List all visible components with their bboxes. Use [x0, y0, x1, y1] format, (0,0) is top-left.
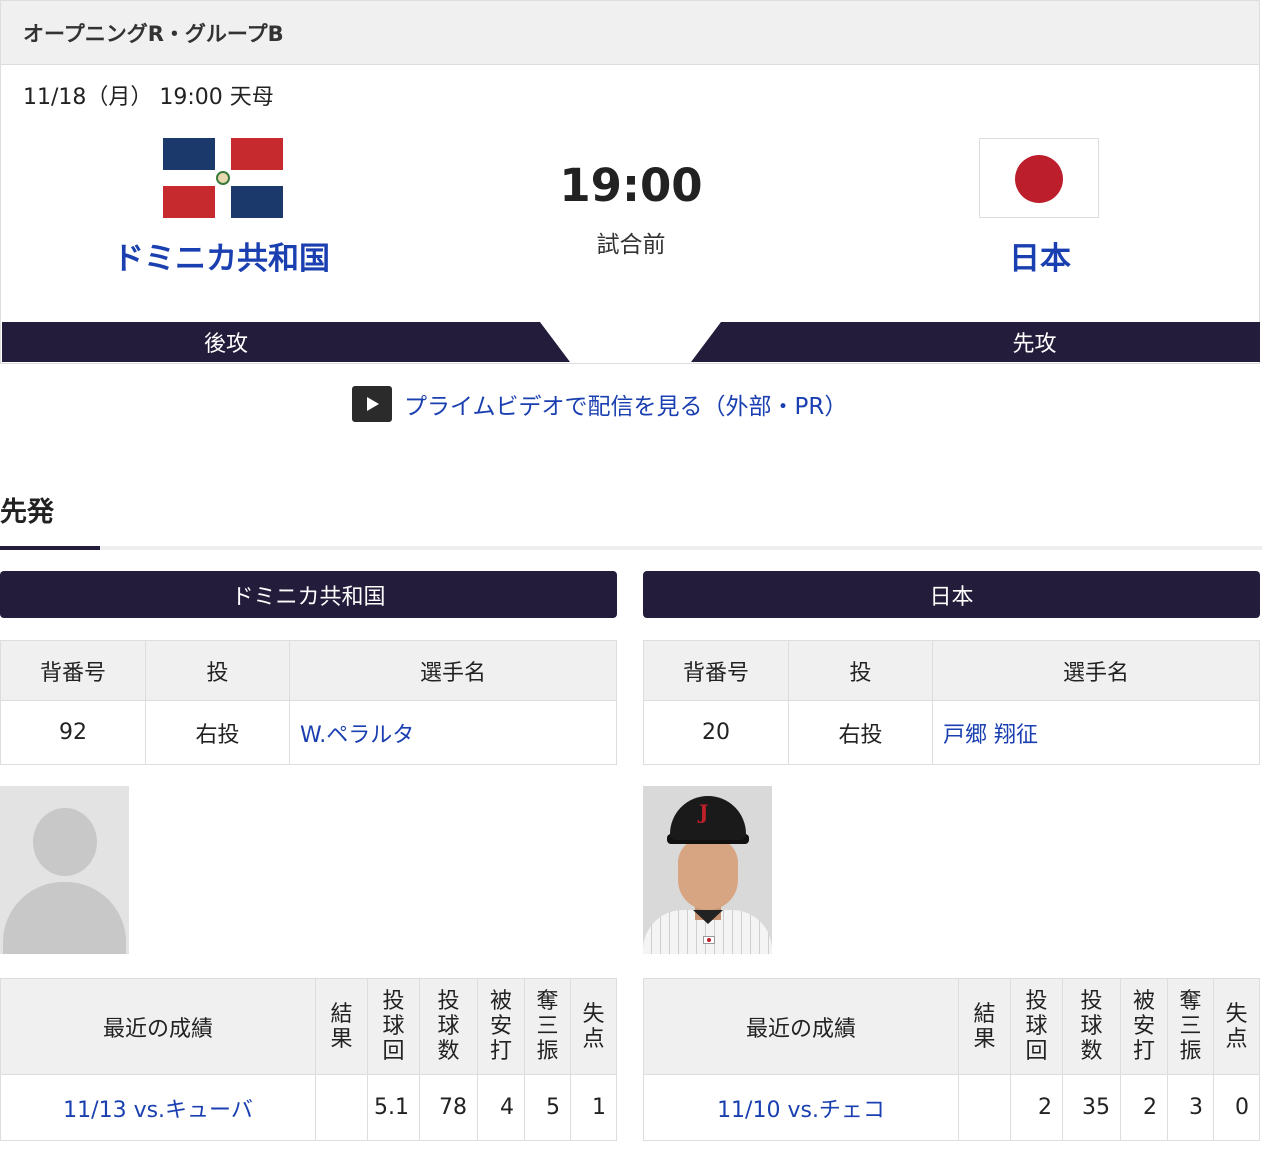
table-row: 92 右投 W.ペラルタ — [0, 700, 617, 765]
match-score: 19:00 — [559, 159, 703, 212]
col-player-name: 選手名 — [932, 640, 1260, 701]
col-innings: 投球回 — [367, 978, 420, 1075]
col-hits: 被安打 — [477, 978, 525, 1075]
table-row: 20 右投 戸郷 翔征 — [643, 700, 1260, 765]
stat-runs: 1 — [570, 1074, 617, 1141]
japan-flag-icon — [979, 138, 1099, 218]
player-photo[interactable]: J — [643, 786, 772, 954]
stat-hits: 2 — [1120, 1074, 1168, 1141]
recent-stats-table: 最近の成績 結果 投球回 投球数 被安打 奪三振 失点 11/13 vs.キュー… — [0, 978, 617, 1141]
player-throws: 右投 — [145, 700, 290, 765]
stat-runs: 0 — [1213, 1074, 1260, 1141]
prime-video-link[interactable]: プライムビデオで配信を見る（外部・PR） — [352, 384, 847, 424]
col-strikeouts: 奪三振 — [524, 978, 571, 1075]
col-number: 背番号 — [0, 640, 146, 701]
tab-divider — [0, 546, 1262, 550]
home-team-link[interactable]: ドミニカ共和国 — [113, 233, 330, 278]
stat-strikeouts: 5 — [524, 1074, 571, 1141]
starter-table: 背番号 投 選手名 92 右投 W.ペラルタ — [0, 640, 617, 765]
player-name-link[interactable]: W.ペラルタ — [289, 700, 617, 765]
col-runs: 失点 — [570, 978, 617, 1075]
stat-innings: 2 — [1010, 1074, 1063, 1141]
stat-pitches: 78 — [419, 1074, 478, 1141]
stat-innings: 5.1 — [367, 1074, 420, 1141]
away-team-link[interactable]: 日本 — [1009, 233, 1071, 278]
match-status: 試合前 — [596, 232, 666, 258]
col-recent: 最近の成績 — [643, 978, 959, 1075]
game-link[interactable]: 11/10 vs.チェコ — [643, 1074, 959, 1141]
stat-result — [958, 1074, 1011, 1141]
stat-result — [315, 1074, 368, 1141]
team-panel-title: 日本 — [643, 571, 1260, 618]
stat-pitches: 35 — [1062, 1074, 1121, 1141]
player-name-link[interactable]: 戸郷 翔征 — [932, 700, 1260, 765]
prime-video-label: プライムビデオで配信を見る（外部・PR） — [404, 394, 848, 420]
col-result: 結果 — [958, 978, 1011, 1075]
col-throws: 投 — [788, 640, 933, 701]
col-throws: 投 — [145, 640, 290, 701]
col-number: 背番号 — [643, 640, 789, 701]
player-number: 92 — [0, 700, 146, 765]
match-card: オープニングR・グループB 11/18（月） 19:00 天母 ドミニカ共和国 … — [0, 0, 1260, 364]
col-player-name: 選手名 — [289, 640, 617, 701]
player-photo-placeholder — [0, 786, 129, 954]
tab-starters[interactable]: 先発 — [0, 490, 54, 529]
starter-table: 背番号 投 選手名 20 右投 戸郷 翔征 — [643, 640, 1260, 765]
col-strikeouts: 奪三振 — [1167, 978, 1214, 1075]
stat-hits: 4 — [477, 1074, 525, 1141]
match-date-venue: 11/18（月） 19:00 天母 — [23, 85, 274, 110]
col-result: 結果 — [315, 978, 368, 1075]
col-pitches: 投球数 — [1062, 978, 1121, 1075]
col-hits: 被安打 — [1120, 978, 1168, 1075]
table-row: 11/13 vs.キューバ 5.1 78 4 5 1 — [0, 1074, 617, 1141]
group-title: オープニングR・グループB — [1, 1, 1259, 65]
home-batting-order: 後攻 — [2, 322, 570, 362]
tab-active-indicator — [0, 546, 100, 550]
col-pitches: 投球数 — [419, 978, 478, 1075]
dominican-republic-flag-icon — [163, 138, 283, 218]
col-innings: 投球回 — [1010, 978, 1063, 1075]
game-link[interactable]: 11/13 vs.キューバ — [0, 1074, 316, 1141]
recent-stats-table: 最近の成績 結果 投球回 投球数 被安打 奪三振 失点 11/10 vs.チェコ… — [643, 978, 1260, 1141]
player-number: 20 — [643, 700, 789, 765]
col-recent: 最近の成績 — [0, 978, 316, 1075]
col-runs: 失点 — [1213, 978, 1260, 1075]
table-row: 11/10 vs.チェコ 2 35 2 3 0 — [643, 1074, 1260, 1141]
player-throws: 右投 — [788, 700, 933, 765]
team-panel-title: ドミニカ共和国 — [0, 571, 617, 618]
stat-strikeouts: 3 — [1167, 1074, 1214, 1141]
away-batting-order: 先攻 — [691, 322, 1260, 362]
team-panel-away: 日本 背番号 投 選手名 20 右投 戸郷 翔征 J 最近の成績 結果 投球回 … — [643, 571, 1260, 1141]
play-icon — [352, 386, 392, 422]
team-panel-home: ドミニカ共和国 背番号 投 選手名 92 右投 W.ペラルタ 最近の成績 結果 … — [0, 571, 617, 1141]
